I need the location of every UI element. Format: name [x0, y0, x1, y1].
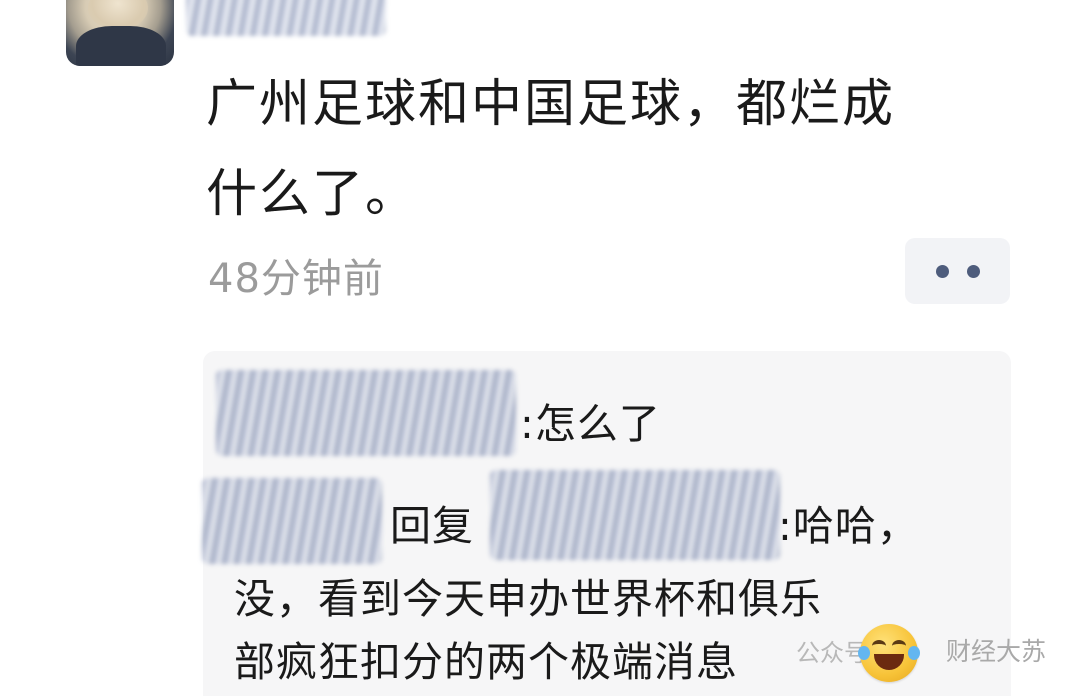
post-text-line-2: 什么了。 [206, 165, 419, 224]
emoji-tear [858, 646, 870, 660]
watermark: 公众号 财经大苏 [796, 632, 1046, 668]
emoji-tear [908, 646, 920, 660]
redacted-username [186, 0, 386, 36]
watermark-text: 财经大苏 [946, 637, 1047, 666]
more-dots-icon [935, 264, 949, 278]
reply-label: 回复 [390, 502, 474, 550]
post-content: 广州足球和中国足球，都烂成 什么了。 [206, 60, 996, 240]
post-timestamp: 48分钟前 [208, 256, 384, 302]
emoji-eye [872, 640, 886, 652]
comment-text: :怎么了 [520, 400, 661, 448]
redacted-commenter-name [216, 370, 516, 456]
post-text-line-1: 广州足球和中国足球，都烂成 [206, 75, 896, 134]
emoji-mouth [874, 654, 904, 670]
comment-text: :哈哈， [778, 502, 919, 550]
emoji-eye [892, 640, 906, 652]
comment-text: 没，看到今天申办世界杯和俱乐 [234, 575, 822, 623]
more-dots-icon [966, 264, 980, 278]
more-actions-button[interactable] [905, 238, 1010, 304]
watermark-logo-text: 公众号 [796, 638, 868, 667]
laughing-tears-emoji-icon [858, 624, 920, 682]
avatar[interactable] [66, 0, 174, 66]
moments-feed-screen: 广州足球和中国足球，都烂成 什么了。 48分钟前 :怎么了 回复 :哈哈， 没，… [0, 0, 1080, 696]
redacted-reply-target-name [490, 470, 780, 560]
comment-text: 部疯狂扣分的两个极端消息 [234, 638, 738, 686]
avatar-body [76, 26, 166, 66]
redacted-commenter-name [202, 478, 382, 564]
